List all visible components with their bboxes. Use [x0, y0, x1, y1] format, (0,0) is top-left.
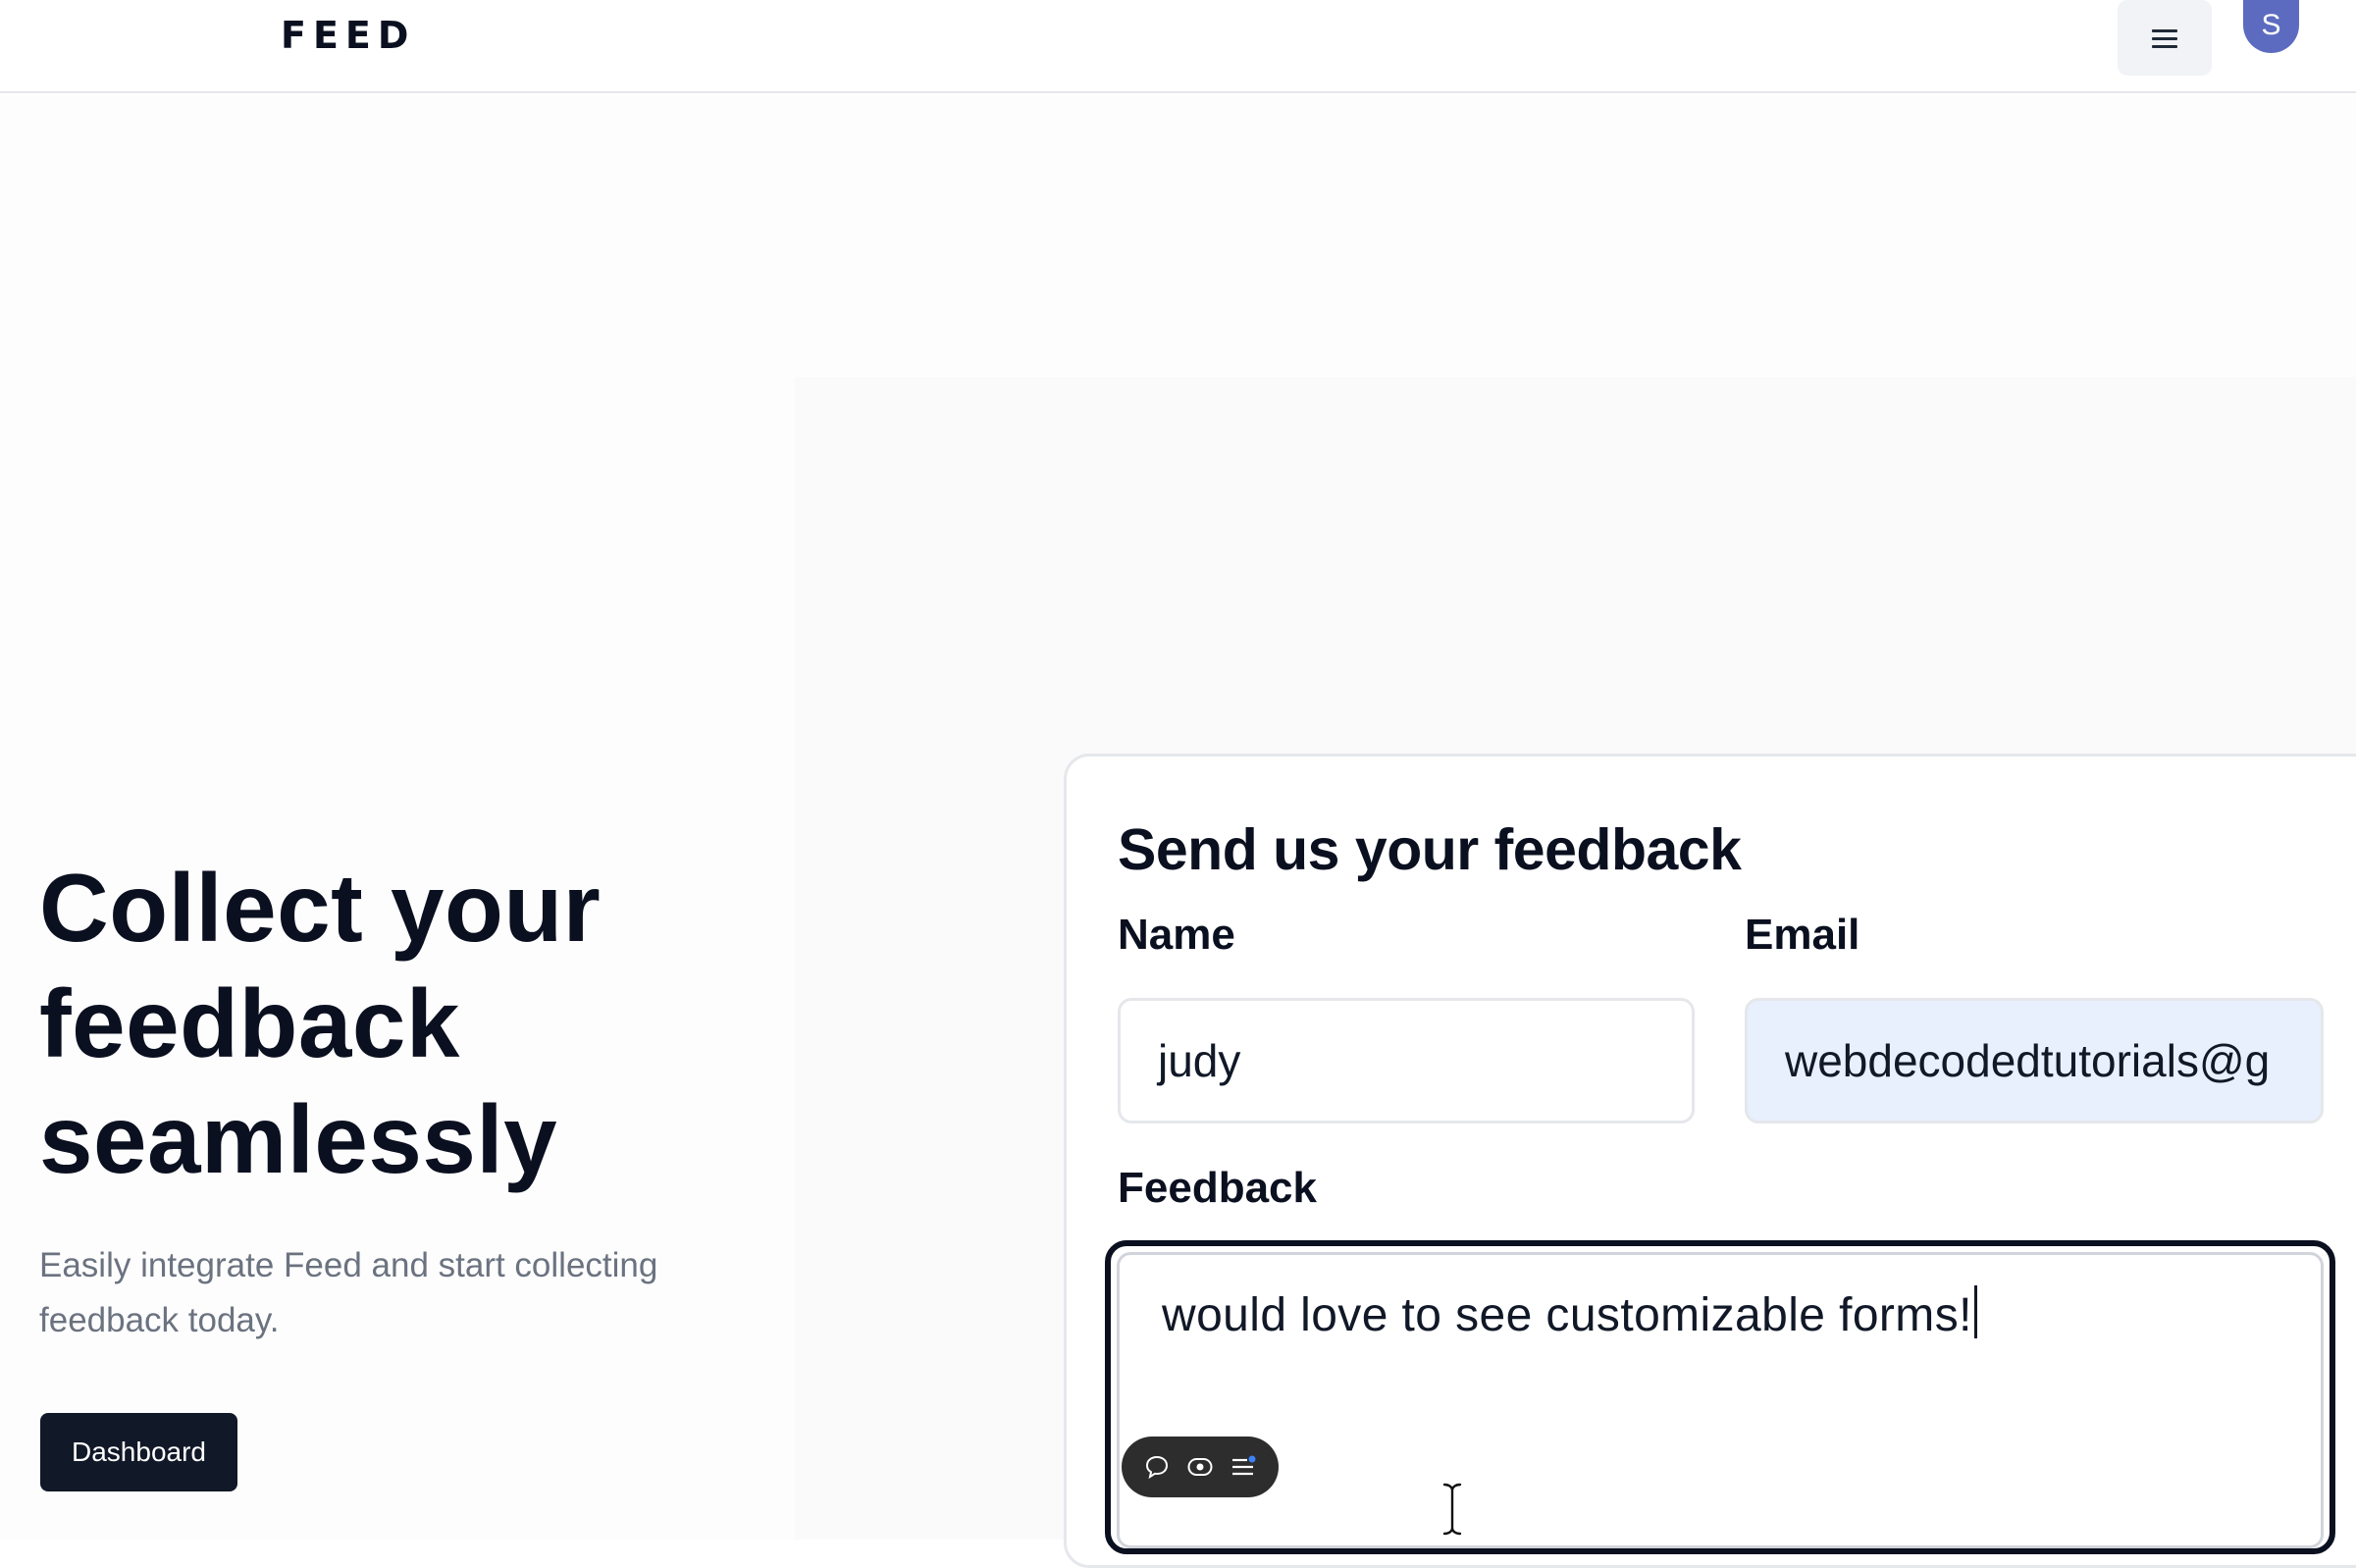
eye-icon[interactable] — [1185, 1452, 1215, 1482]
text-caret — [1973, 1285, 1977, 1338]
comment-icon[interactable] — [1142, 1452, 1172, 1482]
name-input-value: judy — [1158, 1035, 1241, 1086]
dashboard-button[interactable]: Dashboard — [40, 1413, 237, 1491]
email-input-value: webdecodedtutorials@g — [1785, 1035, 2271, 1086]
avatar[interactable]: S — [2243, 0, 2299, 53]
email-label: Email — [1745, 911, 1860, 959]
feedback-textarea-value: would love to see customizable forms! — [1162, 1289, 1972, 1341]
feedback-label: Feedback — [1118, 1164, 1317, 1212]
form-title: Send us your feedback — [1118, 817, 1742, 882]
top-navbar: FEED S — [0, 0, 2356, 93]
email-input[interactable]: webdecodedtutorials@g — [1745, 998, 2324, 1124]
logo[interactable]: FEED — [281, 14, 415, 57]
menu-button[interactable] — [2118, 0, 2212, 76]
hero-headline: Collect your feedback seamlessly — [39, 854, 602, 1193]
menu-notification-icon[interactable] — [1229, 1452, 1258, 1482]
name-input[interactable]: judy — [1118, 998, 1695, 1124]
hamburger-icon — [2152, 28, 2177, 48]
floating-toolbar — [1122, 1437, 1279, 1497]
text-cursor-icon — [1441, 1482, 1463, 1537]
name-label: Name — [1118, 911, 1235, 959]
feedback-textarea[interactable]: would love to see customizable forms! — [1105, 1240, 2335, 1554]
hero-subtext: Easily integrate Feed and start collecti… — [39, 1246, 658, 1339]
